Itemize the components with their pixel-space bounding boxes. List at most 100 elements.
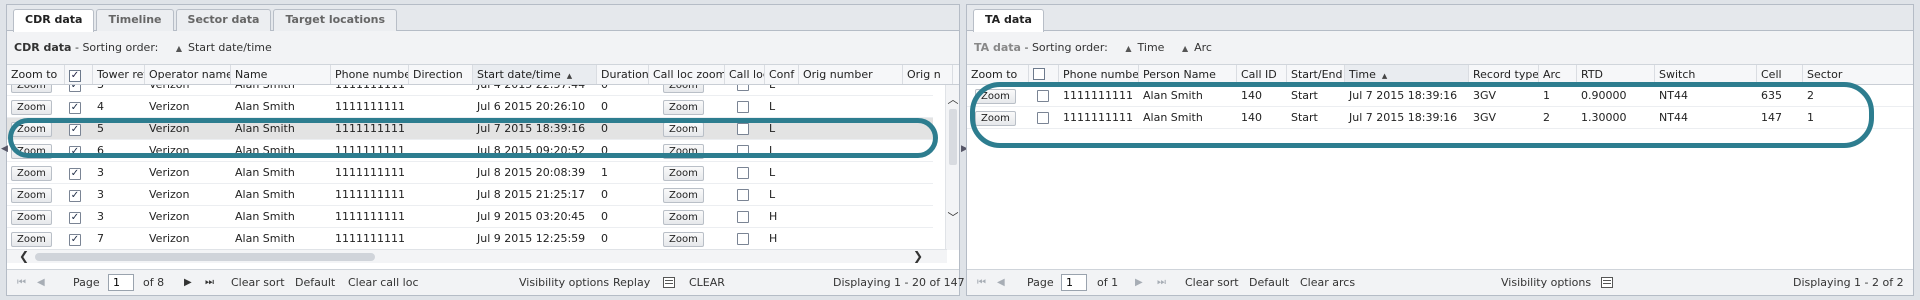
- call-loc-zoom-button[interactable]: Zoom: [663, 166, 704, 181]
- column-header-4[interactable]: Call ID: [1237, 65, 1287, 84]
- default-button[interactable]: Default: [1249, 270, 1289, 296]
- table-row[interactable]: Zoom ✓ 3VerizonAlan Smith1111111111 Jul 4 2…: [7, 85, 933, 96]
- call-loc-checkbox[interactable]: [737, 85, 749, 91]
- cdr-horizontal-scrollbar[interactable]: ❮ ❯: [7, 249, 947, 263]
- cdr-vertical-scrollbar[interactable]: ︿ ﹀: [945, 85, 959, 250]
- prev-page-icon[interactable]: ◀: [997, 270, 1005, 296]
- export-button[interactable]: [663, 270, 675, 296]
- column-header-8[interactable]: Duration: [597, 65, 649, 84]
- row-checkbox[interactable]: ✓: [69, 146, 81, 158]
- column-header-11[interactable]: Conf: [765, 65, 799, 84]
- column-header-10[interactable]: Switch: [1655, 65, 1757, 84]
- column-header-1[interactable]: ✓: [65, 65, 93, 84]
- row-checkbox[interactable]: ✓: [69, 85, 81, 92]
- first-page-icon[interactable]: ⏮: [977, 270, 986, 296]
- zoom-button[interactable]: Zoom: [975, 111, 1016, 126]
- visibility-options-button[interactable]: Visibility options: [1501, 270, 1591, 296]
- column-header-4[interactable]: Name: [231, 65, 331, 84]
- tab-cdr-data[interactable]: CDR data: [13, 9, 95, 32]
- table-row[interactable]: Zoom ✓ 3 Verizon Alan Smith 1111111111 Jul 8 2…: [7, 184, 933, 206]
- column-header-12[interactable]: Orig number: [799, 65, 903, 84]
- column-header-3[interactable]: Person Name: [1139, 65, 1237, 84]
- tab-timeline[interactable]: Timeline: [96, 9, 174, 31]
- call-loc-checkbox[interactable]: [737, 123, 749, 135]
- clear-sort-button[interactable]: Clear sort: [231, 270, 285, 296]
- zoom-button[interactable]: Zoom: [975, 89, 1016, 104]
- sort-chip-arc[interactable]: ▲ Arc: [1182, 31, 1212, 66]
- column-header-0[interactable]: Zoom to: [967, 65, 1029, 84]
- prev-page-icon[interactable]: ◀: [37, 270, 45, 296]
- call-loc-checkbox[interactable]: [737, 145, 749, 157]
- call-loc-zoom-button[interactable]: Zoom: [663, 210, 704, 225]
- clear-arcs-button[interactable]: Clear arcs: [1300, 270, 1355, 296]
- call-loc-checkbox[interactable]: [737, 167, 749, 179]
- last-page-icon[interactable]: ⏭: [1157, 270, 1166, 296]
- row-checkbox[interactable]: ✓: [69, 102, 81, 114]
- clear-call-loc-button[interactable]: Clear call loc: [348, 270, 419, 296]
- column-header-9[interactable]: Call loc zoom: [649, 65, 725, 84]
- call-loc-checkbox[interactable]: [737, 189, 749, 201]
- select-all-checkbox[interactable]: ✓: [69, 70, 81, 82]
- column-header-3[interactable]: Operator name: [145, 65, 231, 84]
- table-row[interactable]: Zoom ✓ 6 Verizon Alan Smith 1111111111 Jul 8 2…: [7, 140, 933, 162]
- zoom-button[interactable]: Zoom: [11, 210, 52, 225]
- zoom-button[interactable]: Zoom: [11, 100, 52, 115]
- column-header-13[interactable]: Orig n: [903, 65, 953, 84]
- next-page-icon[interactable]: ▶: [1135, 270, 1143, 296]
- column-header-2[interactable]: Phone number: [1059, 65, 1139, 84]
- column-header-12[interactable]: Sector: [1803, 65, 1913, 84]
- column-header-2[interactable]: Tower ref: [93, 65, 145, 84]
- zoom-button[interactable]: Zoom: [11, 232, 52, 247]
- call-loc-checkbox[interactable]: [737, 101, 749, 113]
- call-loc-zoom-button[interactable]: Zoom: [663, 232, 704, 247]
- splitter-collapse-left-icon[interactable]: ◀: [1, 140, 8, 158]
- table-row[interactable]: Zoom ✓ 4 Verizon Alan Smith 1111111111 Jul 6 2…: [7, 96, 933, 118]
- default-button[interactable]: Default: [295, 270, 335, 296]
- column-header-8[interactable]: Arc: [1539, 65, 1577, 84]
- row-checkbox[interactable]: ✓: [69, 190, 81, 202]
- scroll-left-icon[interactable]: ❮: [19, 249, 29, 263]
- row-checkbox[interactable]: ✓: [69, 234, 81, 246]
- call-loc-zoom-button[interactable]: Zoom: [663, 100, 704, 115]
- table-row[interactable]: Zoom ✓ 7 Verizon Alan Smith 1111111111 Jul 9 2…: [7, 228, 933, 250]
- column-header-7[interactable]: Record type: [1469, 65, 1539, 84]
- column-header-5[interactable]: Start/End: [1287, 65, 1345, 84]
- call-loc-zoom-button[interactable]: Zoom: [663, 122, 704, 137]
- table-row[interactable]: Zoom ✓ 3 Verizon Alan Smith 1111111111 Jul 9 2…: [7, 206, 933, 228]
- replay-button[interactable]: Replay: [613, 270, 650, 296]
- column-header-0[interactable]: Zoom to: [7, 65, 65, 84]
- row-checkbox[interactable]: [1037, 112, 1049, 124]
- export-button[interactable]: [1601, 270, 1613, 296]
- column-header-7[interactable]: Start date/time ▲: [473, 65, 597, 84]
- row-checkbox[interactable]: ✓: [69, 168, 81, 180]
- table-row[interactable]: Zoom 1111111111 Alan Smith 140 Start Jul 7 20…: [967, 85, 1913, 107]
- column-header-10[interactable]: Call loc: [725, 65, 765, 84]
- call-loc-checkbox[interactable]: [737, 233, 749, 245]
- clear-sort-button[interactable]: Clear sort: [1185, 270, 1239, 296]
- tab-target-locations[interactable]: Target locations: [273, 9, 398, 31]
- call-loc-zoom-button[interactable]: Zoom: [663, 144, 704, 159]
- table-row[interactable]: Zoom 1111111111 Alan Smith 140 Start Jul 7 20…: [967, 107, 1913, 129]
- row-checkbox[interactable]: ✓: [69, 124, 81, 136]
- last-page-icon[interactable]: ⏭: [205, 270, 214, 296]
- row-checkbox[interactable]: ✓: [69, 212, 81, 224]
- zoom-button[interactable]: Zoom: [11, 85, 52, 93]
- tab-ta-data[interactable]: TA data: [973, 9, 1044, 32]
- column-header-1[interactable]: [1029, 65, 1059, 84]
- visibility-options-button[interactable]: Visibility options: [519, 270, 609, 296]
- zoom-button[interactable]: Zoom: [11, 166, 52, 181]
- next-page-icon[interactable]: ▶: [184, 270, 192, 296]
- horizontal-scroll-thumb[interactable]: [35, 253, 375, 261]
- page-number-input[interactable]: [108, 274, 134, 291]
- column-header-9[interactable]: RTD: [1577, 65, 1655, 84]
- call-loc-zoom-button[interactable]: Zoom: [663, 85, 704, 93]
- call-loc-checkbox[interactable]: [737, 211, 749, 223]
- sort-chip-time[interactable]: ▲ Time: [1125, 31, 1164, 66]
- column-header-11[interactable]: Cell: [1757, 65, 1803, 84]
- page-number-input[interactable]: [1061, 274, 1087, 291]
- scroll-down-icon[interactable]: ﹀: [946, 209, 959, 225]
- zoom-button[interactable]: Zoom: [11, 144, 52, 159]
- vertical-scroll-thumb[interactable]: [949, 109, 957, 165]
- column-header-6[interactable]: Direction: [409, 65, 473, 84]
- tab-sector-data[interactable]: Sector data: [175, 9, 272, 31]
